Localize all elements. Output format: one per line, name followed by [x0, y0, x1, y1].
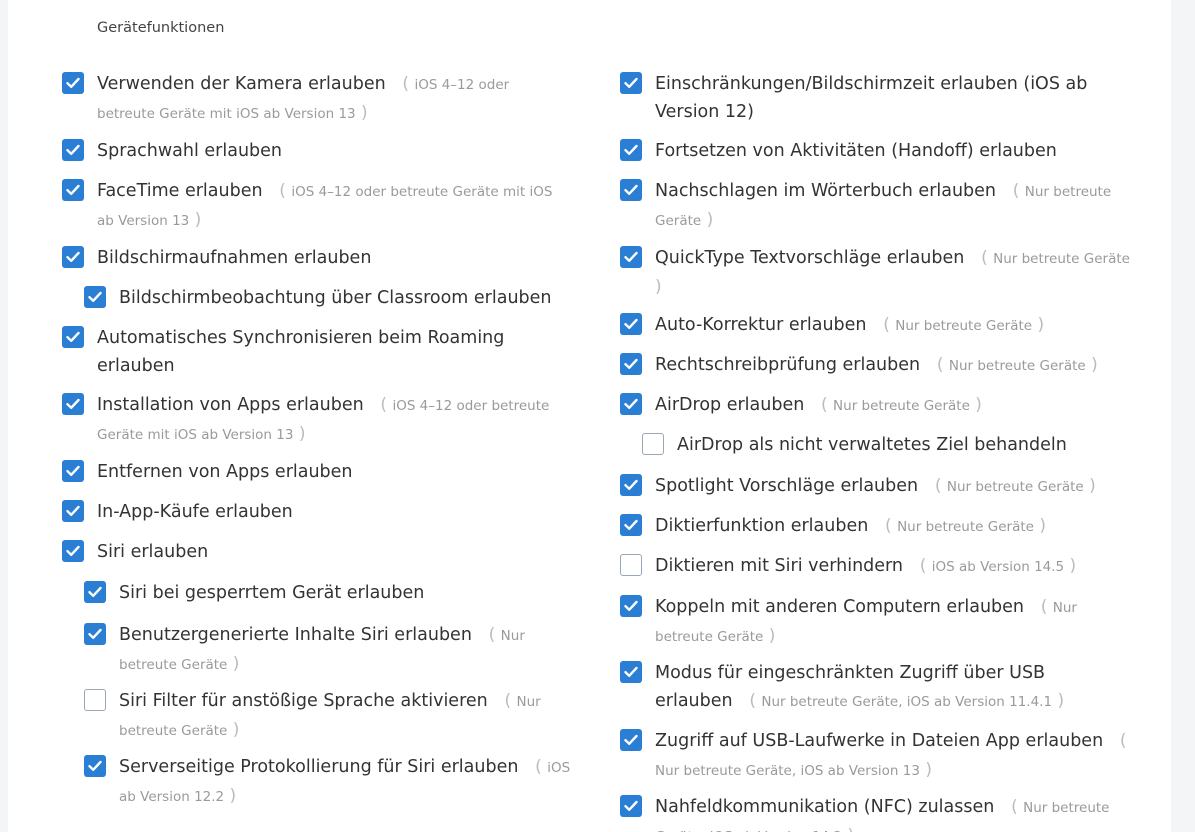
- checkbox-checked[interactable]: [620, 393, 642, 415]
- setting-note: ( Nur betreute Geräte ): [883, 315, 1045, 335]
- setting-label[interactable]: AirDrop erlauben ( Nur betreute Geräte ): [655, 391, 1135, 420]
- checkbox-checked[interactable]: [62, 72, 84, 94]
- setting-label[interactable]: Entfernen von Apps erlauben: [97, 458, 567, 486]
- setting-note: ( iOS ab Version 14.5 ): [919, 556, 1077, 576]
- setting-label-text: AirDrop erlauben: [655, 395, 805, 415]
- setting-label[interactable]: Siri bei gesperrtem Gerät erlauben: [119, 579, 579, 607]
- checkbox-checked[interactable]: [62, 460, 84, 482]
- setting-label-text: QuickType Textvorschläge erlauben: [655, 248, 965, 268]
- setting-label-text: Entfernen von Apps erlauben: [97, 462, 353, 482]
- setting-note: ( Nur betreute Geräte, iOS ab Version 11…: [749, 691, 1065, 711]
- checkbox-checked[interactable]: [620, 595, 642, 617]
- checkbox-checked[interactable]: [62, 500, 84, 522]
- checkbox-checked[interactable]: [620, 139, 642, 161]
- checkbox-unchecked[interactable]: [620, 554, 642, 576]
- setting-label[interactable]: Diktierfunktion erlauben ( Nur betreute …: [655, 512, 1135, 541]
- setting-label-text: Rechtschreibprüfung erlauben: [655, 355, 921, 375]
- setting-label-text: Einschränkungen/Bildschirmzeit erlauben …: [655, 74, 1088, 122]
- setting-label[interactable]: Siri Filter für anstößige Sprache aktivi…: [119, 687, 579, 745]
- setting-label[interactable]: Nahfeldkommunikation (NFC) zulassen ( Nu…: [655, 793, 1135, 832]
- setting-label[interactable]: Auto-Korrektur erlauben ( Nur betreute G…: [655, 311, 1135, 340]
- section-title: Gerätefunktionen: [97, 20, 225, 36]
- setting-label[interactable]: Fortsetzen von Aktivitäten (Handoff) erl…: [655, 137, 1135, 165]
- checkbox-checked[interactable]: [620, 313, 642, 335]
- setting-label[interactable]: Bildschirmbeobachtung über Classroom erl…: [119, 284, 599, 312]
- setting-label[interactable]: Modus für eingeschränkten Zugriff über U…: [655, 659, 1135, 716]
- setting-label-text: Nachschlagen im Wörterbuch erlauben: [655, 181, 997, 201]
- setting-label-text: FaceTime erlauben: [97, 181, 263, 201]
- setting-label-text: Koppeln mit anderen Computern erlauben: [655, 597, 1025, 617]
- setting-label-text: Siri Filter für anstößige Sprache aktivi…: [119, 691, 488, 711]
- checkbox-checked[interactable]: [620, 72, 642, 94]
- setting-label-text: Diktierfunktion erlauben: [655, 516, 869, 536]
- checkbox-checked[interactable]: [84, 755, 106, 777]
- setting-label-text: Spotlight Vorschläge erlauben: [655, 476, 919, 496]
- checkbox-checked[interactable]: [620, 179, 642, 201]
- setting-label-text: Siri erlauben: [97, 542, 209, 562]
- setting-note: ( Nur betreute Geräte ): [934, 476, 1096, 496]
- setting-label[interactable]: Automatisches Synchronisieren beim Roami…: [97, 324, 557, 380]
- checkbox-checked[interactable]: [62, 540, 84, 562]
- device-functions-panel: Gerätefunktionen Verwenden der Kamera er…: [8, 0, 1171, 832]
- setting-label-text: Serverseitige Protokollierung für Siri e…: [119, 757, 519, 777]
- setting-label[interactable]: In-App-Käufe erlauben: [97, 498, 567, 526]
- setting-label-text: In-App-Käufe erlauben: [97, 502, 293, 522]
- checkbox-checked[interactable]: [84, 623, 106, 645]
- setting-note: ( Nur betreute Geräte ): [885, 516, 1046, 536]
- setting-label-text: Automatisches Synchronisieren beim Roami…: [97, 328, 505, 376]
- checkbox-checked[interactable]: [62, 246, 84, 268]
- checkbox-unchecked[interactable]: [84, 689, 106, 711]
- checkbox-checked[interactable]: [84, 286, 106, 308]
- setting-label[interactable]: QuickType Textvorschläge erlauben ( Nur …: [655, 244, 1135, 302]
- setting-label-text: Installation von Apps erlauben: [97, 395, 364, 415]
- setting-note: ( Nur betreute Geräte ): [936, 355, 1098, 375]
- checkbox-checked[interactable]: [620, 474, 642, 496]
- setting-label[interactable]: Einschränkungen/Bildschirmzeit erlauben …: [655, 70, 1135, 126]
- setting-label-text: AirDrop als nicht verwaltetes Ziel behan…: [677, 435, 1067, 455]
- setting-label[interactable]: Nachschlagen im Wörterbuch erlauben ( Nu…: [655, 177, 1135, 235]
- checkbox-checked[interactable]: [620, 795, 642, 817]
- setting-label[interactable]: Sprachwahl erlauben: [97, 137, 567, 165]
- setting-label[interactable]: Spotlight Vorschläge erlauben ( Nur betr…: [655, 472, 1135, 501]
- setting-label[interactable]: FaceTime erlauben ( iOS 4–12 oder betreu…: [97, 177, 567, 235]
- setting-label-text: Nahfeldkommunikation (NFC) zulassen: [655, 797, 995, 817]
- setting-label[interactable]: Verwenden der Kamera erlauben ( iOS 4–12…: [97, 70, 567, 128]
- setting-label[interactable]: Koppeln mit anderen Computern erlauben (…: [655, 593, 1135, 651]
- setting-label[interactable]: Rechtschreibprüfung erlauben ( Nur betre…: [655, 351, 1135, 380]
- checkbox-checked[interactable]: [620, 729, 642, 751]
- setting-label-text: Diktieren mit Siri verhindern: [655, 556, 904, 576]
- setting-label-text: Bildschirmbeobachtung über Classroom erl…: [119, 288, 552, 308]
- checkbox-checked[interactable]: [62, 326, 84, 348]
- setting-label-text: Sprachwahl erlauben: [97, 141, 283, 161]
- setting-label[interactable]: Siri erlauben: [97, 538, 567, 566]
- checkbox-checked[interactable]: [62, 139, 84, 161]
- checkbox-checked[interactable]: [620, 246, 642, 268]
- setting-label[interactable]: Diktieren mit Siri verhindern ( iOS ab V…: [655, 552, 1135, 581]
- setting-label-text: Fortsetzen von Aktivitäten (Handoff) erl…: [655, 141, 1057, 161]
- setting-label[interactable]: AirDrop als nicht verwaltetes Ziel behan…: [677, 431, 1137, 459]
- setting-note: ( Nur betreute Geräte ): [821, 395, 982, 415]
- checkbox-checked[interactable]: [84, 581, 106, 603]
- checkbox-checked[interactable]: [62, 393, 84, 415]
- setting-label[interactable]: Bildschirmaufnahmen erlauben: [97, 244, 567, 272]
- setting-label-text: Bildschirmaufnahmen erlauben: [97, 248, 372, 268]
- setting-label-text: Zugriff auf USB-Laufwerke in Dateien App…: [655, 731, 1104, 751]
- checkbox-unchecked[interactable]: [642, 433, 664, 455]
- setting-label[interactable]: Benutzergenerierte Inhalte Siri erlauben…: [119, 621, 579, 679]
- setting-label-text: Verwenden der Kamera erlauben: [97, 74, 386, 94]
- checkbox-checked[interactable]: [620, 353, 642, 375]
- setting-label[interactable]: Serverseitige Protokollierung für Siri e…: [119, 753, 579, 811]
- setting-label-text: Siri bei gesperrtem Gerät erlauben: [119, 583, 425, 603]
- setting-label[interactable]: Zugriff auf USB-Laufwerke in Dateien App…: [655, 727, 1135, 785]
- setting-label[interactable]: Installation von Apps erlauben ( iOS 4–1…: [97, 391, 567, 449]
- checkbox-checked[interactable]: [62, 179, 84, 201]
- checkbox-checked[interactable]: [620, 514, 642, 536]
- setting-label-text: Benutzergenerierte Inhalte Siri erlauben: [119, 625, 472, 645]
- checkbox-checked[interactable]: [620, 661, 642, 683]
- setting-label-text: Auto-Korrektur erlauben: [655, 315, 867, 335]
